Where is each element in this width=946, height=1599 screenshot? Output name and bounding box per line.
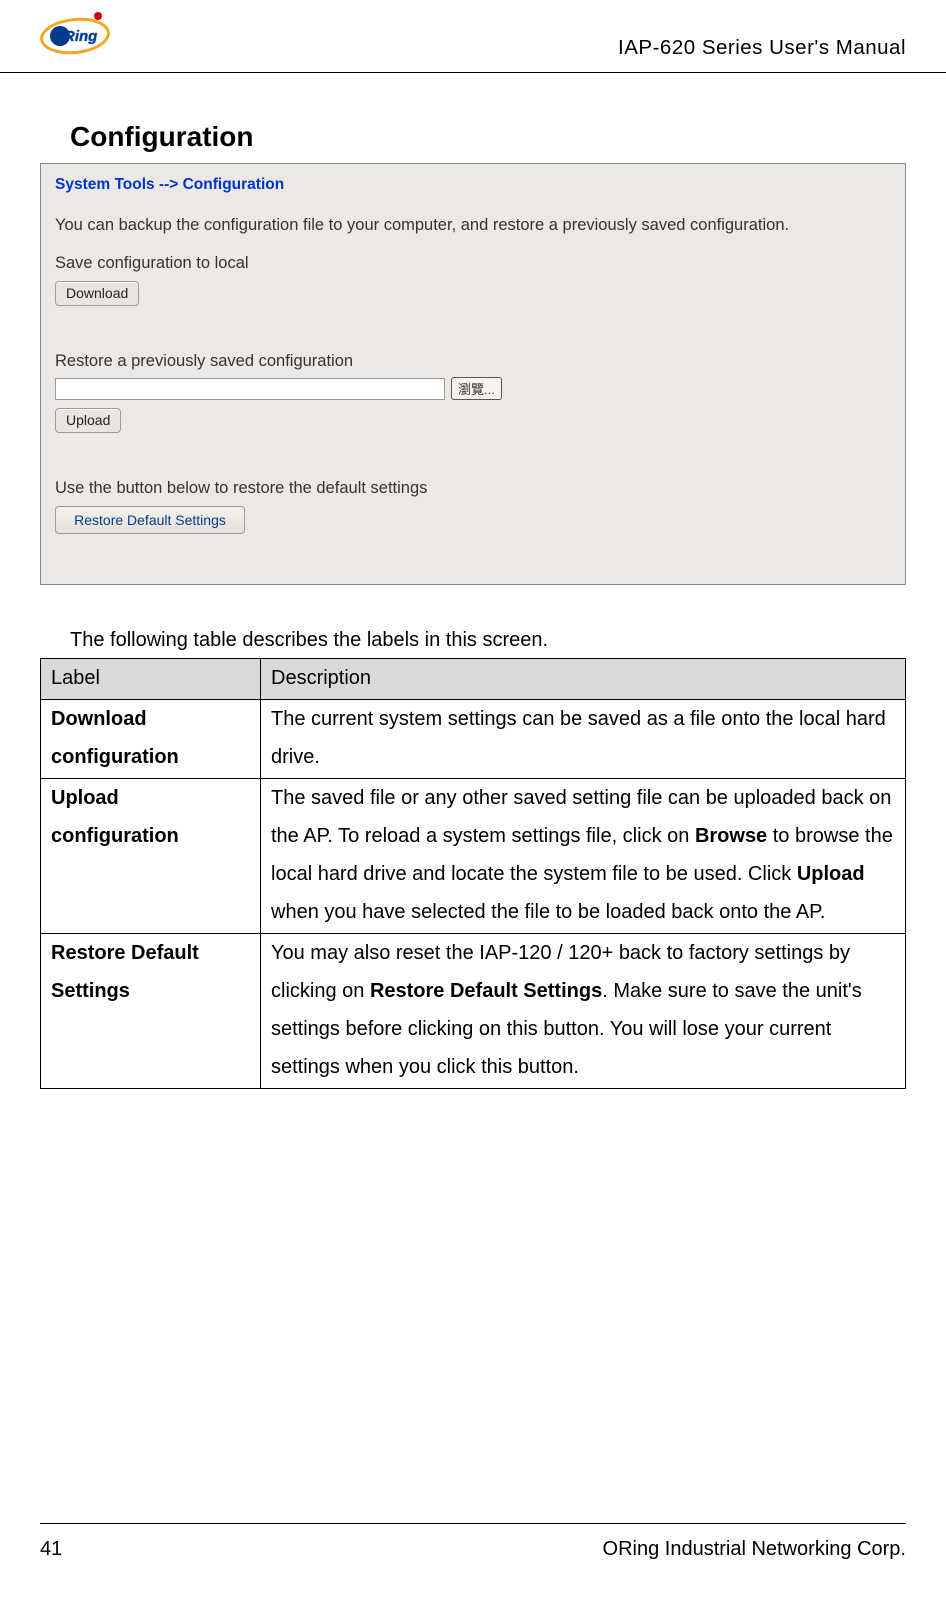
page-footer: 41 ORing Industrial Networking Corp. xyxy=(40,1523,906,1561)
table-row: Restore Default Settings You may also re… xyxy=(41,934,906,1089)
screenshot-intro-text: You can backup the configuration file to… xyxy=(55,214,891,236)
save-config-label: Save configuration to local xyxy=(55,254,891,273)
description-table: Label Description Download configuration… xyxy=(40,658,906,1089)
row-label: Restore Default Settings xyxy=(41,934,261,1089)
file-path-input[interactable] xyxy=(55,378,445,400)
logo-text: Ring xyxy=(64,28,97,45)
configuration-screenshot: System Tools --> Configuration You can b… xyxy=(40,163,906,585)
restore-config-label: Restore a previously saved configuration xyxy=(55,352,891,371)
restore-default-button[interactable]: Restore Default Settings xyxy=(55,506,245,534)
table-intro-text: The following table describes the labels… xyxy=(70,629,906,652)
row-description: The current system settings can be saved… xyxy=(261,700,906,779)
page-number: 41 xyxy=(40,1538,62,1561)
document-title: IAP-620 Series User's Manual xyxy=(618,14,906,60)
restore-default-label: Use the button below to restore the defa… xyxy=(55,479,891,498)
upload-button[interactable]: Upload xyxy=(55,408,121,433)
company-name: ORing Industrial Networking Corp. xyxy=(603,1538,906,1561)
browse-button[interactable]: 瀏覽... xyxy=(451,377,502,400)
page-header: Ring IAP-620 Series User's Manual xyxy=(0,0,946,73)
row-label: Upload configuration xyxy=(41,779,261,934)
row-description: The saved file or any other saved settin… xyxy=(261,779,906,934)
table-row: Download configuration The current syste… xyxy=(41,700,906,779)
breadcrumb: System Tools --> Configuration xyxy=(41,164,905,204)
download-button[interactable]: Download xyxy=(55,281,139,306)
row-label: Download configuration xyxy=(41,700,261,779)
table-header-description: Description xyxy=(261,659,906,700)
section-heading: Configuration xyxy=(70,121,946,153)
table-header-label: Label xyxy=(41,659,261,700)
logo: Ring xyxy=(40,10,112,64)
table-row: Upload configuration The saved file or a… xyxy=(41,779,906,934)
row-description: You may also reset the IAP-120 / 120+ ba… xyxy=(261,934,906,1089)
